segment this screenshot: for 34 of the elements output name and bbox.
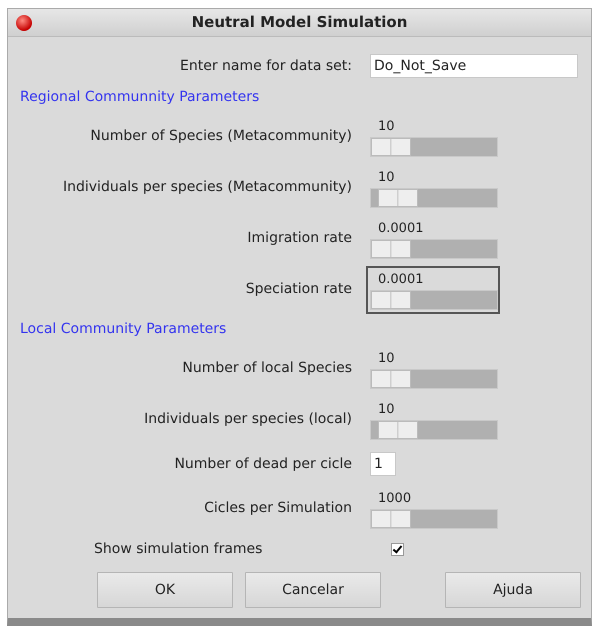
- slider-value: 10: [377, 168, 396, 186]
- slider-thumb[interactable]: [371, 240, 411, 258]
- slider-thumb[interactable]: [378, 420, 418, 438]
- slider-value: 10: [377, 350, 396, 368]
- text-field[interactable]: 1: [370, 452, 396, 476]
- slider-thumb[interactable]: [378, 188, 418, 206]
- slider-label: Number of local Species: [181, 359, 353, 378]
- cancel-button[interactable]: Cancelar: [245, 572, 381, 608]
- slider-value: 0.0001: [377, 220, 424, 238]
- slider-label: Individuals per species (Metacommunity): [62, 178, 353, 197]
- slider-label: Individuals per species (local): [143, 410, 353, 429]
- slider-thumb[interactable]: [371, 370, 411, 388]
- slider-label: Speciation rate: [244, 280, 353, 299]
- slider-label: Cicles per Simulation: [203, 499, 353, 518]
- slider-thumb[interactable]: [371, 510, 411, 528]
- slider-value: 0.0001: [377, 270, 424, 288]
- close-button[interactable]: [16, 15, 32, 31]
- slider-value: 1000: [377, 490, 412, 508]
- slider-label: Imigration rate: [246, 229, 353, 248]
- slider-label: Number of Species (Metacommunity): [89, 127, 353, 146]
- window-title: Neutral Model Simulation: [192, 12, 408, 34]
- ok-button[interactable]: OK: [97, 572, 233, 608]
- section-heading: Regional Communnity Parameters: [19, 88, 260, 106]
- slider-thumb[interactable]: [371, 290, 411, 308]
- field-label: Number of dead per cicle: [173, 454, 353, 474]
- section-heading: Local Community Parameters: [19, 320, 228, 338]
- checkbox-label: Show simulation frames: [93, 540, 264, 558]
- checkbox[interactable]: [391, 542, 404, 556]
- text-field[interactable]: Do_Not_Save: [370, 54, 578, 78]
- slider-value: 10: [377, 400, 396, 418]
- help-button[interactable]: Ajuda: [445, 572, 581, 608]
- field-label: Enter name for data set:: [179, 56, 353, 76]
- slider-thumb[interactable]: [371, 138, 411, 156]
- slider-value: 10: [377, 118, 396, 136]
